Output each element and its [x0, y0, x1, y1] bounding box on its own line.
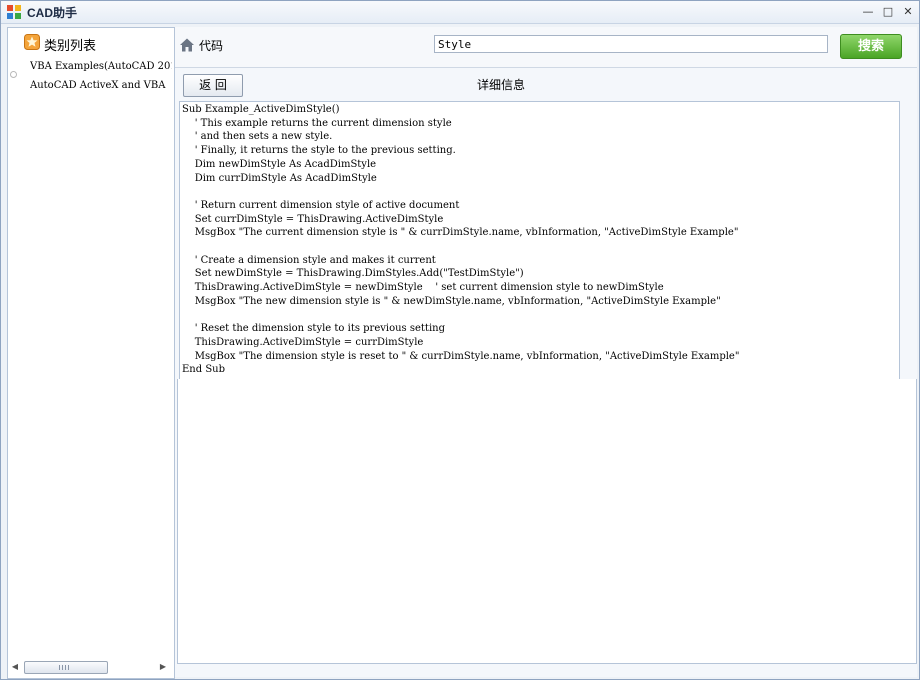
tree-item-vba-examples[interactable]: VBA Examples(AutoCAD 2014): [30, 61, 172, 72]
scroll-right-icon[interactable]: ▶: [158, 661, 168, 673]
app-logo-icon: [7, 5, 21, 19]
scroll-left-icon[interactable]: ◀: [10, 661, 20, 673]
main-panel: 代码 搜索 返 回 详细信息 Sub Example_ActiveDimStyl…: [175, 27, 917, 677]
app-window: CAD助手 — □ ✕ 类别列表 VBA Examples(AutoCAD 20…: [0, 0, 920, 680]
title-bar[interactable]: CAD助手 — □ ✕: [1, 1, 919, 24]
scroll-thumb[interactable]: [24, 661, 108, 674]
back-button[interactable]: 返 回: [183, 74, 243, 97]
close-icon[interactable]: ✕: [901, 5, 915, 19]
code-viewer[interactable]: Sub Example_ActiveDimStyle() ' This exam…: [179, 101, 900, 381]
detail-title: 详细信息: [477, 78, 526, 92]
window-title: CAD助手: [27, 6, 77, 20]
star-badge-icon: [24, 34, 40, 50]
search-toolbar: 代码 搜索: [175, 27, 917, 68]
search-button[interactable]: 搜索: [840, 34, 902, 59]
tree-expander-icon[interactable]: [10, 71, 17, 78]
category-panel: 类别列表 VBA Examples(AutoCAD 2014) AutoCAD …: [7, 27, 175, 679]
grip-icon: [59, 665, 71, 670]
maximize-icon[interactable]: □: [881, 5, 895, 19]
code-content: Sub Example_ActiveDimStyle() ' This exam…: [182, 104, 740, 376]
horizontal-scrollbar[interactable]: ◀ ▶: [10, 660, 170, 674]
minimize-icon[interactable]: —: [861, 5, 875, 19]
home-icon: [180, 38, 194, 52]
code-section-label: 代码: [199, 39, 224, 53]
content-area: [177, 379, 917, 664]
search-input[interactable]: [434, 35, 828, 53]
category-list-title: 类别列表: [44, 39, 97, 54]
tree-item-activex-vba[interactable]: AutoCAD ActiveX and VBA: [30, 80, 172, 91]
